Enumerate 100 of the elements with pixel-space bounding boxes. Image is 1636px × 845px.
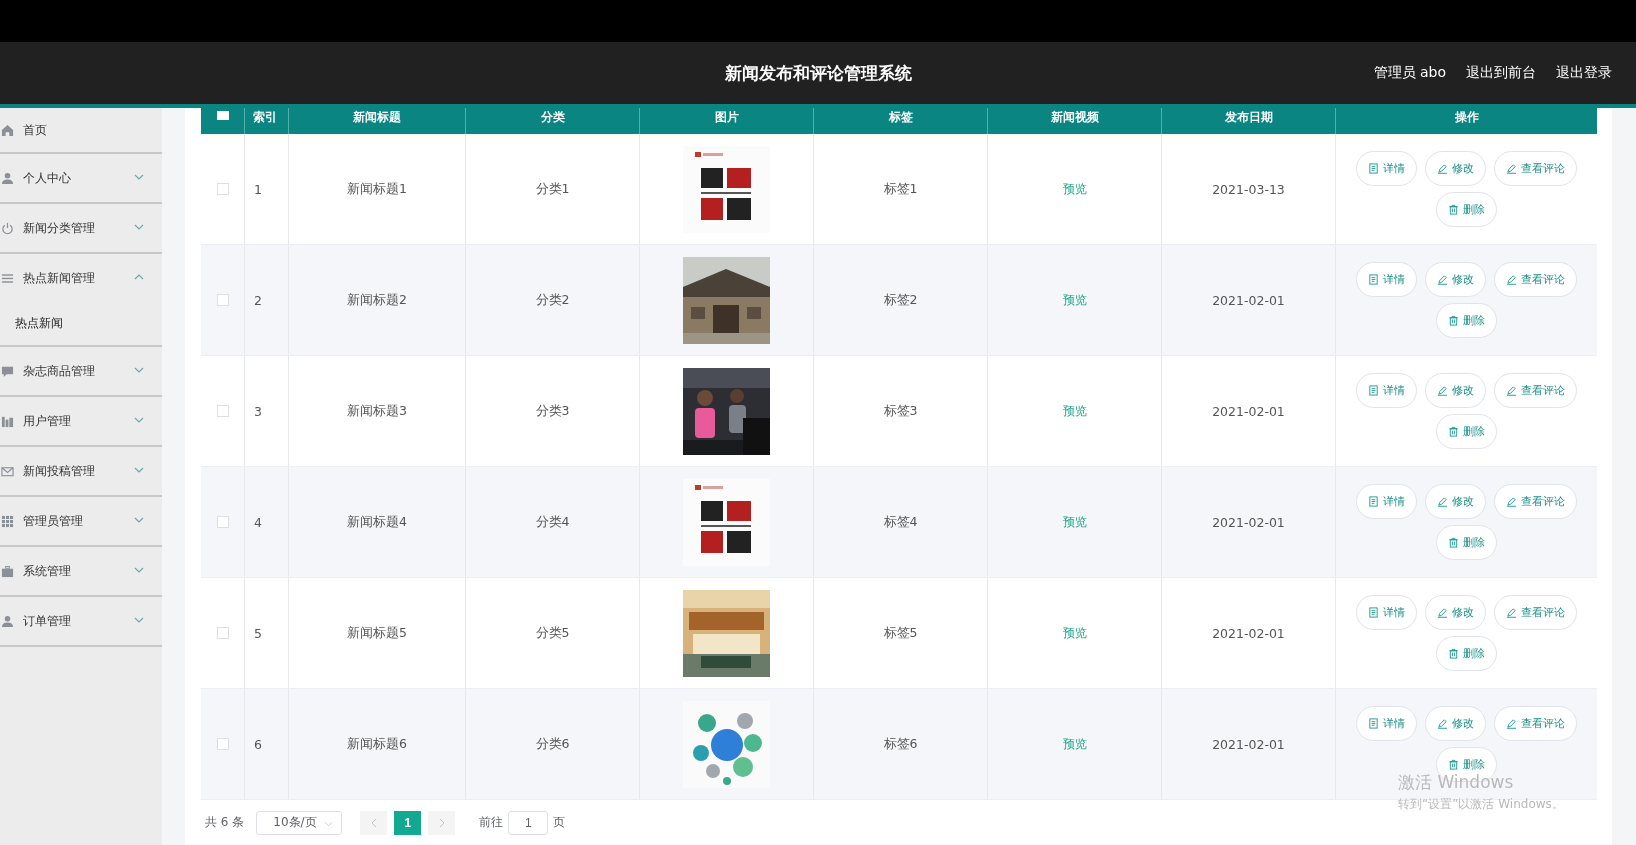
sidebar-item[interactable]: 系统管理 [0, 547, 162, 595]
pencil-icon [1437, 385, 1448, 396]
select-all-checkbox[interactable] [216, 111, 229, 120]
column-header: 发布日期 [1224, 110, 1273, 125]
preview-link[interactable]: 预览 [1062, 514, 1087, 530]
pencil-icon [1506, 496, 1517, 507]
sidebar-item[interactable]: 用户管理 [0, 397, 162, 445]
table-cell: 新闻标题3 [347, 402, 407, 420]
preview-link[interactable]: 预览 [1062, 292, 1087, 308]
sidebar-subitem[interactable]: 热点新闻 [0, 302, 162, 345]
row-checkbox[interactable] [216, 405, 229, 417]
action-button[interactable]: 查看评论 [1494, 262, 1577, 297]
header-link[interactable]: 退出到前台 [1466, 64, 1536, 82]
page-button[interactable]: 1 [394, 810, 422, 835]
trash-icon [1448, 426, 1459, 437]
caret-icon [324, 820, 334, 827]
action-button[interactable]: 详情 [1356, 706, 1417, 741]
page-input[interactable]: 1 [508, 810, 549, 835]
page-suffix: 页 [553, 814, 566, 831]
table-cell: 5 [254, 625, 262, 641]
sidebar-item[interactable]: 首页 [0, 108, 162, 152]
prev-page-button[interactable] [360, 810, 388, 835]
table-cell: 分类4 [535, 513, 570, 531]
user-label: 管理员 abo [1373, 64, 1446, 82]
sidebar-item[interactable]: 订单管理 [0, 597, 162, 645]
chevron-left-icon [370, 817, 377, 828]
pencil-icon [1506, 163, 1517, 174]
document-icon [1368, 163, 1379, 174]
action-button[interactable]: 修改 [1425, 151, 1486, 186]
action-button[interactable]: 详情 [1356, 151, 1417, 186]
row-checkbox[interactable] [216, 183, 229, 195]
action-button[interactable]: 查看评论 [1494, 706, 1577, 741]
chevron-icon [134, 617, 144, 623]
trash-icon [1448, 204, 1459, 215]
action-button[interactable]: 查看评论 [1494, 373, 1577, 408]
column-header: 图片 [714, 110, 739, 125]
grid-icon [1, 514, 14, 528]
table-cell: 分类3 [535, 402, 570, 420]
document-icon [1368, 274, 1379, 285]
person-icon [1, 171, 14, 185]
action-button[interactable]: 删除 [1436, 525, 1497, 560]
action-button[interactable]: 删除 [1436, 303, 1497, 338]
row-checkbox[interactable] [216, 627, 229, 639]
table-cell: 标签5 [883, 624, 918, 642]
action-button[interactable]: 删除 [1436, 636, 1497, 671]
action-button[interactable]: 详情 [1356, 373, 1417, 408]
sidebar-item[interactable]: 新闻分类管理 [0, 204, 162, 252]
table-cell: 4 [254, 514, 262, 530]
sidebar-item[interactable]: 热点新闻管理 [0, 254, 162, 302]
action-button[interactable]: 修改 [1425, 373, 1486, 408]
envelope-icon [1, 464, 14, 478]
trash-icon [1448, 648, 1459, 659]
action-button[interactable]: 修改 [1425, 262, 1486, 297]
row-checkbox[interactable] [216, 294, 229, 306]
next-page-button[interactable] [428, 810, 456, 835]
action-button[interactable]: 详情 [1356, 595, 1417, 630]
preview-link[interactable]: 预览 [1062, 181, 1087, 197]
action-button[interactable]: 详情 [1356, 484, 1417, 519]
column-header: 新闻视频 [1050, 110, 1099, 125]
page-size-select[interactable]: 10条/页 [256, 810, 343, 835]
document-icon [1368, 607, 1379, 618]
action-button[interactable]: 修改 [1425, 484, 1486, 519]
action-button[interactable]: 详情 [1356, 262, 1417, 297]
table-cell: 2 [254, 292, 262, 308]
table-cell: 2021-02-01 [1212, 292, 1285, 308]
row-checkbox[interactable] [216, 738, 229, 750]
sidebar-item[interactable]: 新闻投稿管理 [0, 447, 162, 495]
bar-chart-icon [1, 414, 14, 428]
sidebar-item[interactable]: 杂志商品管理 [0, 347, 162, 395]
preview-link[interactable]: 预览 [1062, 625, 1087, 641]
row-checkbox[interactable] [216, 516, 229, 528]
action-button[interactable]: 查看评论 [1494, 151, 1577, 186]
table-cell: 标签6 [883, 735, 918, 753]
action-button[interactable]: 修改 [1425, 595, 1486, 630]
table-cell: 2021-03-13 [1212, 181, 1285, 197]
pencil-icon [1506, 385, 1517, 396]
table-cell: 新闻标题4 [347, 513, 407, 531]
action-button[interactable]: 查看评论 [1494, 595, 1577, 630]
action-button[interactable]: 查看评论 [1494, 484, 1577, 519]
list-icon [1, 271, 14, 285]
pencil-icon [1506, 607, 1517, 618]
table-cell: 标签4 [883, 513, 918, 531]
column-header: 标签 [888, 110, 913, 125]
sidebar-item[interactable]: 个人中心 [0, 154, 162, 202]
action-button[interactable]: 删除 [1436, 414, 1497, 449]
action-button[interactable]: 删除 [1436, 192, 1497, 227]
chevron-icon [134, 567, 144, 573]
activation-message: 转到“设置”以激活 Windows。 [1398, 796, 1564, 813]
sidebar-item[interactable]: 管理员管理 [0, 497, 162, 545]
power-icon [1, 221, 14, 235]
person-icon [1, 614, 14, 628]
preview-link[interactable]: 预览 [1062, 736, 1087, 752]
chevron-icon [134, 274, 144, 280]
document-icon [1368, 496, 1379, 507]
preview-link[interactable]: 预览 [1062, 403, 1087, 419]
action-button[interactable]: 修改 [1425, 706, 1486, 741]
pencil-icon [1437, 718, 1448, 729]
table-cell: 新闻标题5 [347, 624, 407, 642]
header-link[interactable]: 退出登录 [1556, 64, 1612, 82]
document-icon [1368, 385, 1379, 396]
